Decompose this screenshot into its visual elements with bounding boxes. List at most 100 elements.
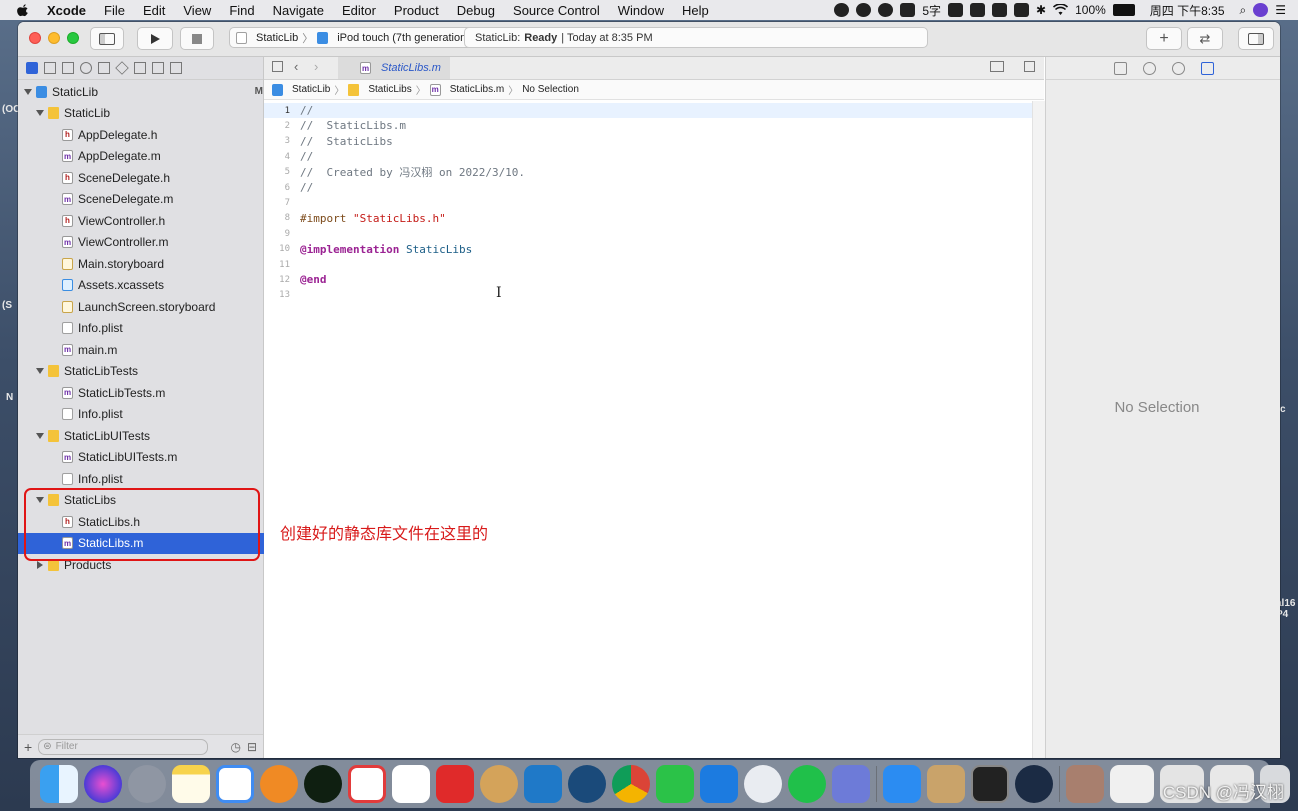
library-button[interactable]: + bbox=[1146, 27, 1182, 50]
source-editor[interactable]: 1 // 2 // StaticLibs.m 3 // StaticLibs 4… bbox=[264, 101, 1032, 758]
spotlight-icon[interactable]: ⌕ bbox=[1240, 3, 1247, 18]
chrome-icon[interactable] bbox=[612, 765, 650, 803]
menu-app[interactable]: Xcode bbox=[38, 3, 95, 18]
siri-icon[interactable] bbox=[1253, 3, 1269, 17]
scm-filter-icon[interactable]: ⊟ bbox=[247, 740, 257, 754]
wps-icon[interactable] bbox=[348, 765, 386, 803]
evernote-icon[interactable] bbox=[304, 765, 342, 803]
baidu-netdisk-icon[interactable] bbox=[216, 765, 254, 803]
editor-options-icon[interactable] bbox=[990, 61, 1004, 72]
netease-music-icon[interactable] bbox=[436, 765, 474, 803]
jump-bar-group[interactable]: StaticLibs bbox=[368, 84, 411, 95]
disclosure-open-icon[interactable] bbox=[24, 88, 32, 96]
add-file-icon[interactable]: + bbox=[24, 739, 32, 755]
grid-icon[interactable] bbox=[272, 61, 283, 72]
code-line[interactable]: 10 @implementation StaticLibs bbox=[264, 242, 1032, 257]
editor-tab[interactable]: m StaticLibs.m bbox=[338, 57, 450, 79]
source-control-icon[interactable] bbox=[44, 62, 56, 74]
jump-bar-symbol[interactable]: No Selection bbox=[522, 84, 579, 95]
launchpad-icon[interactable] bbox=[128, 765, 166, 803]
downloads-stack-icon[interactable] bbox=[1066, 765, 1104, 803]
keynote-icon[interactable] bbox=[832, 765, 870, 803]
search-icon[interactable] bbox=[80, 62, 92, 74]
disclosure-open-icon[interactable] bbox=[36, 432, 44, 440]
history-inspector-icon[interactable] bbox=[1142, 61, 1156, 75]
editor-minimap[interactable] bbox=[1032, 101, 1045, 758]
code-line[interactable]: 11 bbox=[264, 257, 1032, 272]
menu-find[interactable]: Find bbox=[220, 3, 263, 18]
nav-row-group-tests[interactable]: StaticLibTests bbox=[18, 361, 281, 382]
record-icon[interactable] bbox=[834, 3, 850, 17]
menu-product[interactable]: Product bbox=[385, 3, 448, 18]
battery-icon[interactable] bbox=[1112, 4, 1135, 16]
keyboard-icon[interactable] bbox=[970, 3, 986, 17]
maps-app-icon[interactable] bbox=[392, 765, 430, 803]
paint-icon[interactable] bbox=[480, 765, 518, 803]
run-button[interactable] bbox=[137, 27, 173, 50]
nav-row-group-uitests[interactable]: StaticLibUITests bbox=[18, 425, 281, 446]
folder-icon[interactable] bbox=[26, 62, 38, 74]
menu-file[interactable]: File bbox=[95, 3, 134, 18]
disclosure-open-icon[interactable] bbox=[36, 367, 44, 375]
quick-help-icon[interactable] bbox=[1171, 61, 1185, 75]
zoom-window-button[interactable] bbox=[67, 32, 79, 44]
code-line[interactable]: 6 // bbox=[264, 180, 1032, 195]
menu-navigate[interactable]: Navigate bbox=[264, 3, 333, 18]
archive-utility-icon[interactable] bbox=[927, 765, 965, 803]
vscode-icon[interactable] bbox=[524, 765, 562, 803]
terminal-icon[interactable] bbox=[971, 765, 1009, 803]
symbol-icon[interactable] bbox=[62, 62, 74, 74]
code-line[interactable]: 2 // StaticLibs.m bbox=[264, 118, 1032, 133]
menubar-clock[interactable]: 周四 下午8:35 bbox=[1150, 2, 1225, 19]
close-window-button[interactable] bbox=[29, 32, 41, 44]
nav-row-group-staticlib[interactable]: StaticLib bbox=[18, 103, 281, 124]
menu-help[interactable]: Help bbox=[673, 3, 718, 18]
forward-icon[interactable]: › bbox=[314, 59, 318, 74]
code-line[interactable]: 7 bbox=[264, 195, 1032, 210]
back-icon[interactable]: ‹ bbox=[294, 59, 298, 74]
iqiyi-icon[interactable] bbox=[788, 765, 826, 803]
qq-icon[interactable] bbox=[878, 3, 894, 17]
nav-row-project[interactable]: StaticLib M bbox=[18, 81, 269, 102]
wechat-icon[interactable] bbox=[656, 765, 694, 803]
english-input-icon[interactable] bbox=[992, 3, 1008, 17]
test-icon[interactable] bbox=[115, 61, 129, 75]
wechat-icon[interactable] bbox=[856, 3, 872, 17]
scheme-selector[interactable]: StaticLib 〉 iPod touch (7th generation) bbox=[229, 27, 477, 48]
menu-window[interactable]: Window bbox=[609, 3, 673, 18]
warning-icon[interactable] bbox=[98, 62, 110, 74]
code-line[interactable]: 12 @end bbox=[264, 272, 1032, 287]
code-line[interactable]: 13 bbox=[264, 288, 1032, 303]
code-line[interactable]: 4 // bbox=[264, 149, 1032, 164]
report-icon[interactable] bbox=[170, 62, 182, 74]
wifi-icon[interactable] bbox=[1053, 4, 1069, 16]
menu-view[interactable]: View bbox=[174, 3, 220, 18]
input-method-label[interactable]: 5字 bbox=[922, 2, 941, 19]
toggle-inspector-button[interactable] bbox=[1238, 27, 1274, 50]
notes-icon[interactable] bbox=[172, 765, 210, 803]
split-editor-icon[interactable] bbox=[1024, 61, 1035, 72]
quicktime-icon[interactable] bbox=[1015, 765, 1053, 803]
code-review-button[interactable]: ⇄ bbox=[1187, 27, 1223, 50]
siri-icon[interactable] bbox=[84, 765, 122, 803]
apple-icon[interactable] bbox=[16, 3, 30, 17]
notification-center-icon[interactable]: ☰ bbox=[1275, 3, 1286, 17]
menu-source-control[interactable]: Source Control bbox=[504, 3, 609, 18]
toggle-navigator-button[interactable] bbox=[90, 27, 124, 50]
bluetooth-icon[interactable]: ✱ bbox=[1036, 3, 1046, 17]
menu-editor[interactable]: Editor bbox=[333, 3, 385, 18]
battery-percent[interactable]: 100% bbox=[1075, 3, 1106, 17]
finder-icon[interactable] bbox=[40, 765, 78, 803]
screen-capture-icon[interactable] bbox=[900, 3, 916, 17]
debug-icon[interactable] bbox=[134, 62, 146, 74]
navigator-filter-input[interactable]: ⊜ Filter bbox=[38, 738, 209, 755]
minimize-window-button[interactable] bbox=[48, 32, 60, 44]
menu-edit[interactable]: Edit bbox=[134, 3, 174, 18]
app-store-icon[interactable] bbox=[883, 765, 921, 803]
disclosure-open-icon[interactable] bbox=[36, 109, 44, 117]
jump-bar-project[interactable]: StaticLib bbox=[292, 84, 330, 95]
file-inspector-icon[interactable] bbox=[1113, 61, 1127, 75]
xcode-icon[interactable] bbox=[700, 765, 738, 803]
pages-icon[interactable] bbox=[260, 765, 298, 803]
recent-document-icon[interactable] bbox=[1110, 765, 1154, 803]
